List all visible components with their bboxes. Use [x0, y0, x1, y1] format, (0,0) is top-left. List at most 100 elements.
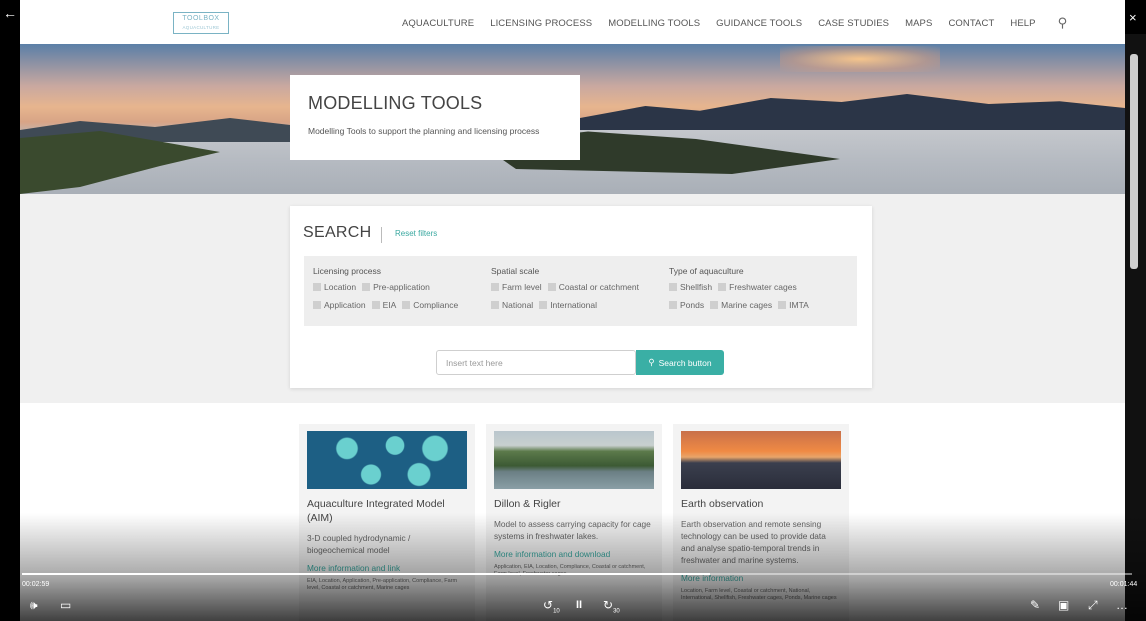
checkbox-icon[interactable] [539, 301, 548, 309]
checkbox-icon[interactable] [718, 283, 727, 291]
checkbox-icon[interactable] [313, 301, 321, 309]
checkbox-icon[interactable] [710, 301, 719, 309]
checkbox-icon[interactable] [402, 301, 411, 309]
checkbox-shellfish[interactable]: Shellfish [669, 282, 712, 292]
licensing-process-filter: Licensing process Location Pre-applicati… [313, 266, 458, 318]
checkbox-label: Pre-application [373, 282, 430, 292]
close-icon[interactable]: × [1129, 10, 1137, 25]
divider [381, 227, 382, 243]
checkbox-icon[interactable] [778, 301, 787, 309]
checkbox-label: Location [324, 282, 357, 292]
nav-guidance-tools[interactable]: GUIDANCE TOOLS [716, 18, 802, 29]
page-title: MODELLING TOOLS [308, 93, 483, 113]
checkbox-icon[interactable] [371, 301, 380, 309]
hero-banner: MODELLING TOOLS Modelling Tools to suppo… [20, 44, 1125, 194]
minimize-icon[interactable]: – [1079, 10, 1086, 25]
checkbox-national[interactable]: National [491, 300, 533, 310]
tool-card-title[interactable]: Earth observation [681, 497, 841, 511]
nav-help[interactable]: HELP [1010, 18, 1035, 29]
checkbox-icon[interactable] [491, 283, 499, 291]
pause-icon[interactable]: II [576, 597, 582, 613]
checkbox-icon[interactable] [362, 283, 371, 291]
checkbox-label: Coastal or catchment [558, 282, 640, 292]
tool-card-earth-observation[interactable]: Earth observation Earth observation and … [673, 424, 849, 621]
checkbox-freshwater-cages[interactable]: Freshwater cages [718, 282, 797, 292]
back-arrow-icon[interactable]: ← [0, 0, 20, 30]
search-icon: ⚲ [648, 357, 655, 367]
search-icon[interactable]: ⚲ [1058, 15, 1068, 31]
miniplayer-icon[interactable]: ▣ [1058, 597, 1069, 613]
tool-card-tags: Location, Farm level, Coastal or catchme… [681, 588, 837, 601]
rewind-icon: ↺ [543, 598, 554, 612]
page-scrollbar[interactable] [1125, 34, 1146, 621]
checkbox-application[interactable]: Application [313, 300, 366, 310]
more-options-icon[interactable]: … [1116, 597, 1128, 613]
nav-modelling-tools[interactable]: MODELLING TOOLS [608, 18, 700, 29]
fullscreen-icon[interactable]: ⤢ [1088, 597, 1098, 613]
checkbox-label: Freshwater cages [729, 282, 797, 292]
search-button[interactable]: ⚲ Search button [636, 350, 724, 375]
hero-sky-glow [780, 46, 940, 72]
scrollbar-thumb[interactable] [1130, 54, 1138, 269]
main-nav: AQUACULTURE LICENSING PROCESS MODELLING … [402, 0, 1067, 46]
search-input[interactable] [436, 350, 636, 375]
checkbox-international[interactable]: International [539, 300, 597, 310]
checkbox-pre-application[interactable]: Pre-application [362, 282, 430, 292]
search-panel: SEARCH Reset filters Licensing process L… [290, 206, 872, 388]
tool-card-dillon-rigler[interactable]: Dillon & Rigler Model to assess carrying… [486, 424, 662, 621]
checkbox-compliance[interactable]: Compliance [402, 300, 458, 310]
tool-card-image[interactable] [681, 431, 841, 489]
checkbox-label: National [502, 300, 534, 310]
time-remaining: 00:01:44 [1110, 581, 1138, 588]
checkbox-label: Marine cages [721, 300, 773, 310]
tool-card-description: 3-D coupled hydrodynamic / biogeochemica… [307, 533, 411, 555]
toolbox-logo[interactable]: TOOLBOX AQUACULTURE [173, 12, 229, 34]
checkbox-icon[interactable] [491, 301, 499, 309]
checkbox-farm-level[interactable]: Farm level [491, 282, 542, 292]
checkbox-label: Application [324, 300, 366, 310]
checkbox-icon[interactable] [313, 283, 321, 291]
checkbox-location[interactable]: Location [313, 282, 356, 292]
video-progress-bar[interactable] [22, 573, 1132, 575]
time-elapsed: 00:02:59 [22, 581, 50, 588]
tool-card-aim[interactable]: Aquaculture Integrated Model (AIM) 3-D c… [299, 424, 475, 621]
checkbox-eia[interactable]: EIA [371, 300, 397, 310]
video-progress-fill [22, 573, 711, 575]
tool-card-image[interactable] [307, 431, 467, 489]
tool-card-title[interactable]: Dillon & Rigler [494, 497, 654, 511]
tool-card-link[interactable]: More information and link [307, 563, 467, 573]
site-header: TOOLBOX AQUACULTURE AQUACULTURE LICENSIN… [20, 0, 1125, 46]
nav-case-studies[interactable]: CASE STUDIES [818, 18, 889, 29]
pen-icon[interactable]: ✎ [1030, 597, 1040, 613]
search-button-label: Search button [658, 357, 712, 368]
nav-licensing-process[interactable]: LICENSING PROCESS [490, 18, 592, 29]
checkbox-label: EIA [382, 300, 397, 310]
checkbox-ponds[interactable]: Ponds [669, 300, 704, 310]
reset-filters-link[interactable]: Reset filters [395, 229, 437, 238]
spatial-scale-filter: Spatial scale Farm level Coastal or catc… [491, 266, 639, 318]
tool-card-title[interactable]: Aquaculture Integrated Model (AIM) [307, 497, 467, 525]
checkbox-icon[interactable] [669, 283, 677, 291]
tool-card-tags: Application, EIA, Location, Compliance, … [494, 564, 646, 577]
checkbox-label: Shellfish [680, 282, 713, 292]
checkbox-icon[interactable] [547, 283, 556, 291]
app-window: ← TOOLBOX AQUACULTURE AQUACULTURE LICENS… [0, 0, 1146, 621]
volume-icon[interactable]: 🕪 [30, 597, 38, 613]
captions-icon[interactable]: ▭ [60, 597, 71, 613]
forward-button[interactable]: ↻30 [603, 597, 620, 619]
nav-aquaculture[interactable]: AQUACULTURE [402, 18, 474, 29]
checkbox-icon[interactable] [669, 301, 677, 309]
logo-subtitle: AQUACULTURE [182, 25, 220, 30]
rewind-button[interactable]: ↺10 [543, 597, 560, 619]
tool-card-link[interactable]: More information and download [494, 549, 654, 559]
checkbox-imta[interactable]: IMTA [778, 300, 809, 310]
nav-contact[interactable]: CONTACT [948, 18, 994, 29]
checkbox-coastal-or-catchment[interactable]: Coastal or catchment [547, 282, 640, 292]
window-controls: – ▫ × [1070, 0, 1146, 34]
checkbox-label: International [550, 300, 597, 310]
type-of-aquaculture-filter: Type of aquaculture Shellfish Freshwater… [669, 266, 809, 318]
maximize-icon[interactable]: ▫ [1106, 10, 1111, 25]
checkbox-marine-cages[interactable]: Marine cages [710, 300, 772, 310]
tool-card-image[interactable] [494, 431, 654, 489]
nav-maps[interactable]: MAPS [905, 18, 932, 29]
